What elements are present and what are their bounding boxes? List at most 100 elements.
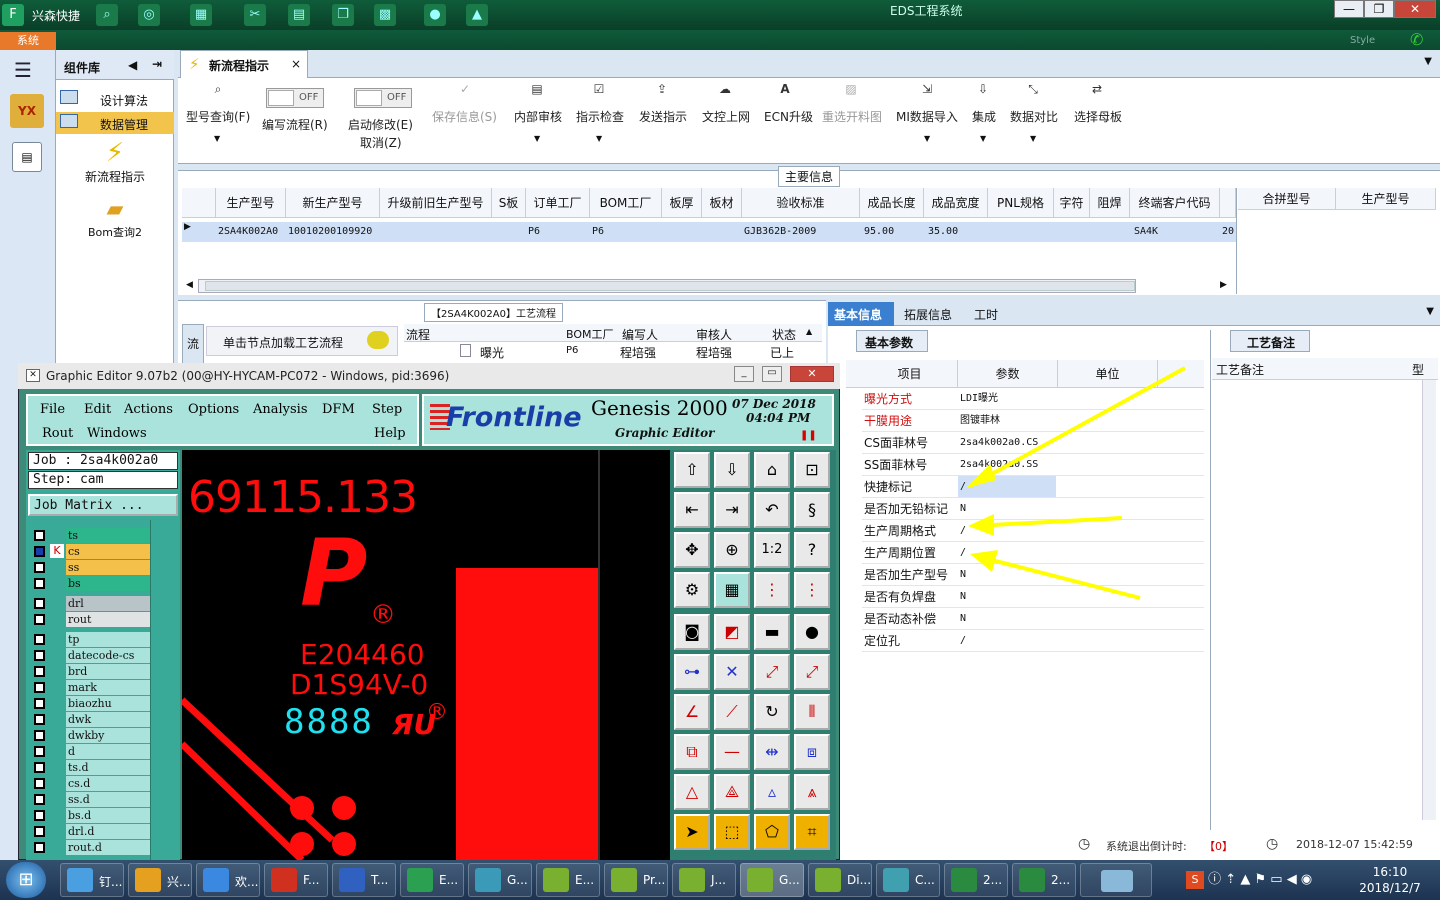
layer-checkbox[interactable] (34, 762, 45, 773)
snap-tool-icon[interactable]: ⋮ (754, 572, 790, 608)
scroll-thumb[interactable] (205, 281, 1135, 291)
layer-checkbox[interactable] (34, 698, 45, 709)
camera-tool-icon[interactable]: ◙ (674, 614, 710, 650)
menu-file[interactable]: File (40, 402, 65, 417)
nav-item-algorithm[interactable]: 设计算法 (56, 88, 174, 110)
arc-tool-icon[interactable]: ↻ (754, 694, 790, 730)
layer-row[interactable]: rout (32, 612, 150, 627)
mi-data-import-button[interactable]: MI数据导入 (896, 108, 958, 125)
triangle-split-tool-icon[interactable]: ⟁ (714, 774, 750, 810)
layer-row[interactable]: dwkby (32, 728, 150, 743)
settings-tool-icon[interactable]: ⚙ (674, 572, 710, 608)
factory-icon[interactable]: YX (10, 94, 44, 128)
column-header[interactable]: 板材 (702, 188, 742, 218)
launcher-new-process[interactable]: ⚡ 新流程指示 (60, 138, 170, 188)
column-header[interactable]: 项目 (862, 360, 958, 388)
layer-checkbox[interactable] (34, 778, 45, 789)
vertical-scrollbar[interactable] (1422, 380, 1436, 820)
tray-arrow-icon[interactable]: ⇡ (1225, 872, 1236, 887)
job-matrix-button[interactable]: Job Matrix ... (28, 494, 178, 516)
launcher-bom-query[interactable]: ▰ Bom查询2 (60, 196, 170, 242)
pad-tool-icon[interactable]: ● (794, 614, 830, 650)
diagonal-tool-icon[interactable]: ⟋ (714, 694, 750, 730)
angle-tool-icon[interactable]: ∠ (674, 694, 710, 730)
scroll-up-icon[interactable]: ▲ (806, 327, 812, 336)
snap-alt-tool-icon[interactable]: ⋮ (794, 572, 830, 608)
dropdown-arrow-icon[interactable]: ▼ (1030, 134, 1036, 143)
menu-windows[interactable]: Windows (87, 426, 147, 441)
param-row[interactable]: 定位孔 / (862, 630, 1204, 652)
taskbar-item[interactable]: 2... (944, 863, 1008, 897)
column-header[interactable]: 状态 (772, 326, 796, 343)
dropdown-arrow-icon[interactable]: ▼ (980, 134, 986, 143)
doc-control-online-button[interactable]: 文控上网 (702, 108, 750, 125)
layer-checkbox[interactable] (34, 794, 45, 805)
layer-checkbox[interactable] (34, 546, 45, 557)
maximize-button[interactable]: ❐ (1364, 0, 1394, 18)
sogou-icon[interactable]: S (1186, 871, 1204, 889)
step-field[interactable]: Step: cam (28, 471, 178, 489)
line-point-tool-icon[interactable]: ⤢ (794, 654, 830, 690)
taskbar-item[interactable]: 欢... (196, 863, 260, 897)
column-header[interactable]: 升级前旧生产型号 (380, 188, 492, 218)
data-compare-button[interactable]: 数据对比 (1010, 108, 1058, 125)
lifebuoy-icon[interactable]: ◎ (138, 4, 160, 26)
mirror-tool-icon[interactable]: ⫴ (794, 694, 830, 730)
column-header[interactable]: 订单工厂 (526, 188, 590, 218)
layer-row[interactable]: d (32, 744, 150, 759)
grid-icon[interactable]: ▩ (374, 4, 396, 26)
taskbar-item[interactable]: G... (740, 863, 804, 897)
column-header[interactable]: 验收标准 (742, 188, 860, 218)
layer-checkbox[interactable] (34, 826, 45, 837)
column-header[interactable]: PNL规格 (988, 188, 1054, 218)
taskbar-clock[interactable]: 16:10 2018/12/7 (1350, 864, 1430, 896)
save-info-button[interactable]: 保存信息(S) (432, 108, 497, 125)
nav-item-data-management[interactable]: 数据管理 (56, 112, 174, 134)
chevron-down-icon[interactable]: ▼ (1424, 56, 1432, 67)
column-header[interactable]: 生产型号 (216, 188, 286, 218)
network-icon[interactable]: ▭ (1270, 872, 1282, 887)
layer-row[interactable]: ts.d (32, 760, 150, 775)
chevron-down-icon[interactable]: ▼ (1426, 306, 1434, 317)
minimize-button[interactable]: — (1334, 0, 1364, 18)
layer-row[interactable]: ts (32, 528, 150, 543)
dropdown-arrow-icon[interactable]: ▼ (596, 134, 602, 143)
column-header[interactable]: 编写人 (622, 326, 658, 343)
taskbar-item[interactable]: 2... (1012, 863, 1076, 897)
copy-icon[interactable]: ❐ (332, 4, 354, 26)
horizontal-scrollbar[interactable] (198, 279, 1136, 293)
column-header[interactable]: 型 (1408, 358, 1438, 380)
close-button[interactable]: ✕ (1394, 0, 1436, 18)
start-edit-toggle[interactable]: OFF (354, 88, 412, 108)
scissors-icon[interactable]: ✂ (244, 4, 266, 26)
taskbar-item[interactable]: C... (876, 863, 940, 897)
minimize-button[interactable]: _ (734, 366, 754, 382)
layer-row[interactable]: brd (32, 664, 150, 679)
connect-tool-icon[interactable]: ⊶ (674, 654, 710, 690)
taskbar-item[interactable]: 钉... (60, 863, 124, 897)
taskbar-item[interactable]: Di... (808, 863, 872, 897)
column-header[interactable]: 工艺备注 (1212, 358, 1408, 380)
tab-basic-info[interactable]: 基本信息 (828, 302, 894, 326)
ruler-tool-icon[interactable]: ▬ (754, 614, 790, 650)
layer-checkbox[interactable] (34, 614, 45, 625)
tab-process-remarks[interactable]: 工艺备注 (1230, 330, 1310, 352)
column-header[interactable]: 板厚 (662, 188, 702, 218)
triangle-fill-tool-icon[interactable]: ▵ (754, 774, 790, 810)
triangle-tool-icon[interactable]: △ (674, 774, 710, 810)
menu-rout[interactable]: Rout (42, 426, 73, 441)
taskbar-item[interactable]: T... (332, 863, 396, 897)
column-header[interactable]: 阻焊 (1090, 188, 1130, 218)
layer-checkbox[interactable] (34, 598, 45, 609)
collapse-icon[interactable]: ◀ (128, 58, 137, 72)
select-net-tool-icon[interactable]: ⌗ (794, 814, 830, 850)
pin-icon[interactable]: ⇥ (152, 57, 162, 71)
menu-options[interactable]: Options (188, 402, 239, 417)
menu-step[interactable]: Step (372, 402, 402, 417)
layer-row[interactable]: bs.d (32, 808, 150, 823)
user-icon[interactable]: ● (424, 4, 446, 26)
tab-close-icon[interactable]: × (291, 57, 301, 71)
layer-checkbox[interactable] (34, 714, 45, 725)
column-header[interactable]: BOM工厂 (590, 188, 662, 218)
taskbar-item[interactable]: Pr... (604, 863, 668, 897)
